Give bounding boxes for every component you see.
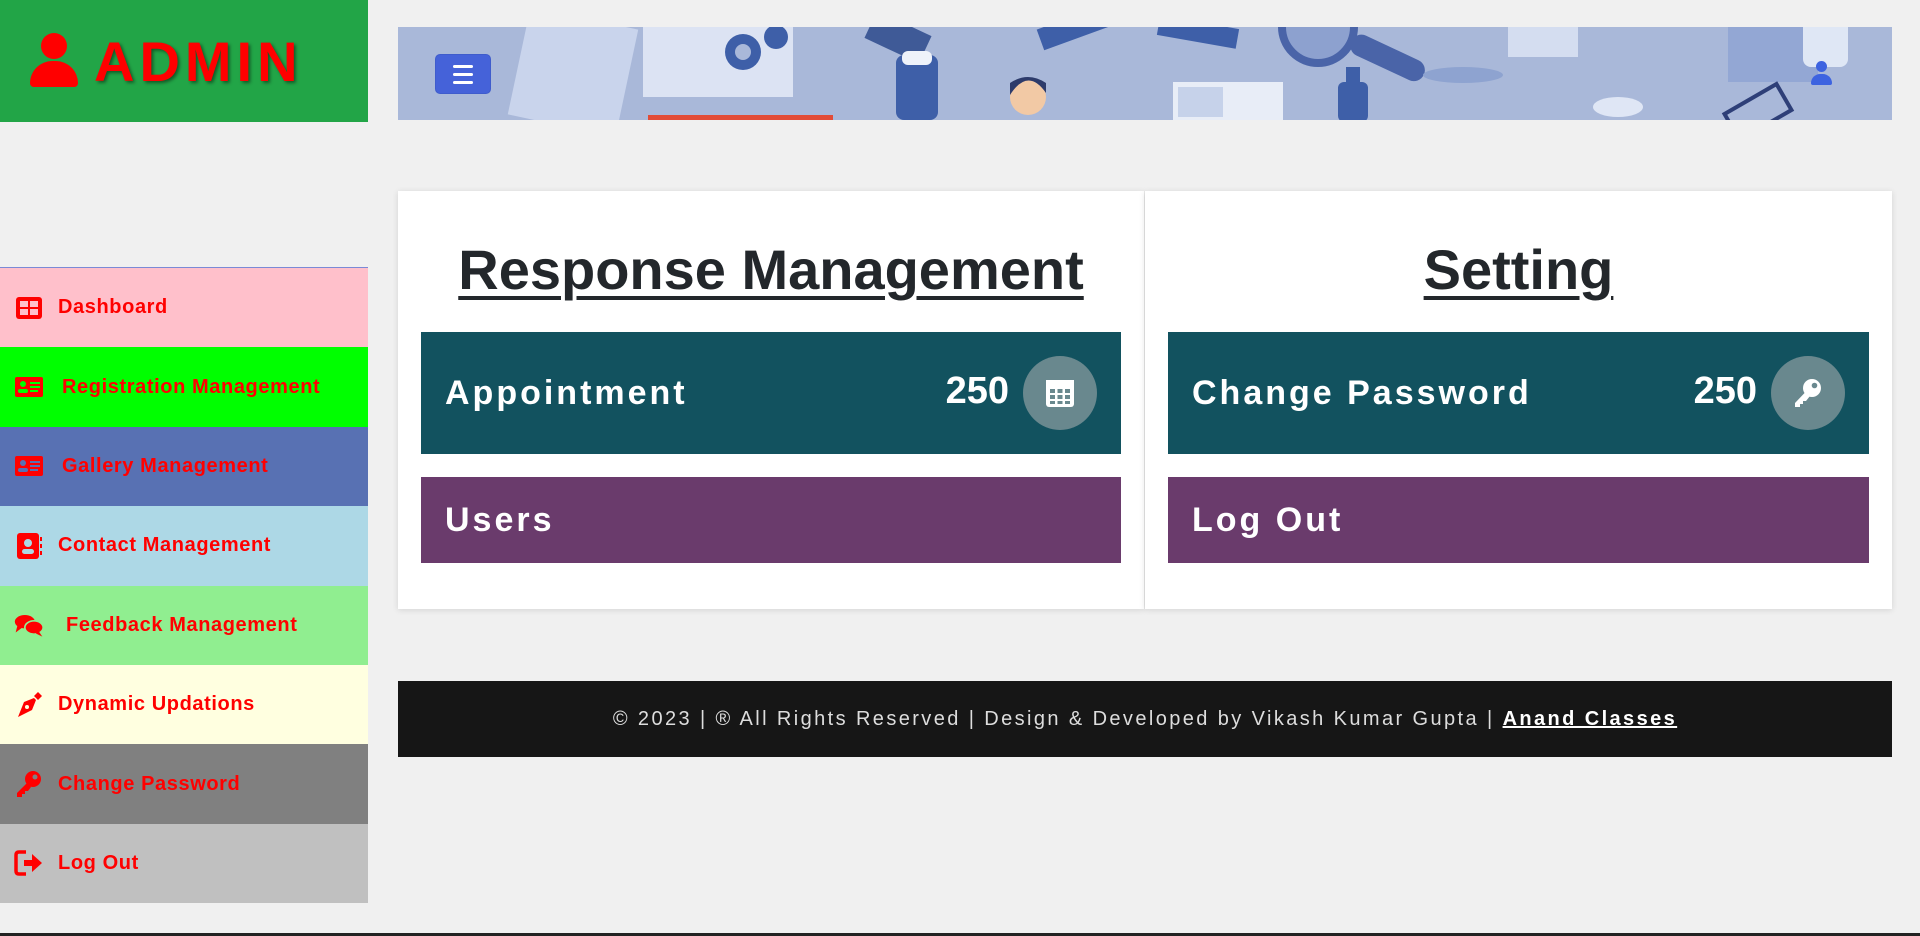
sidebar-item-dynamic-updations[interactable]: Dynamic Updations [0, 664, 368, 745]
sidebar-item-label: Gallery Management [62, 454, 269, 477]
calendar-icon [1023, 356, 1097, 430]
pen-nib-icon [14, 690, 58, 720]
sidebar-item-feedback[interactable]: Feedback Management [0, 585, 368, 665]
panel-title: Response Management [458, 238, 1084, 301]
card-label: Appointment [445, 373, 688, 412]
key-icon [14, 769, 58, 799]
sidebar-item-logout[interactable]: Log Out [0, 823, 368, 904]
sign-out-icon [14, 848, 58, 878]
logout-button[interactable]: Log Out [1168, 477, 1869, 563]
comments-icon [14, 610, 58, 640]
card-label: Change Password [1192, 373, 1532, 412]
brand-title: ADMIN [94, 29, 303, 93]
footer-copyright: © 2023 | ® All Rights Reserved | Design … [612, 707, 1495, 730]
top-banner [398, 27, 1892, 120]
sidebar-item-label: Contact Management [58, 534, 272, 557]
table-grid-icon [14, 293, 58, 323]
sidebar-item-change-password[interactable]: Change Password [0, 744, 368, 824]
sidebar-item-gallery[interactable]: Gallery Management [0, 426, 368, 507]
sidebar-item-contact[interactable]: Contact Management [0, 506, 368, 586]
sidebar-toggle-button[interactable] [435, 54, 491, 94]
user-icon [28, 33, 80, 89]
banner-illustration [398, 27, 1892, 120]
footer-link[interactable]: Anand Classes [1503, 708, 1678, 731]
footer: © 2023 | ® All Rights Reserved | Design … [398, 681, 1892, 757]
hamburger-icon [453, 64, 473, 68]
id-card-icon [14, 372, 58, 402]
panel-title: Setting [1423, 238, 1614, 301]
address-book-icon [14, 531, 58, 561]
sidebar-item-label: Change Password [58, 772, 241, 795]
change-password-card[interactable]: Change Password 250 [1168, 332, 1869, 454]
users-button[interactable]: Users [421, 477, 1121, 563]
id-card-icon [14, 451, 58, 481]
sidebar-menu: Dashboard Registration Management Galler… [0, 267, 368, 904]
sidebar-item-label: Registration Management [62, 375, 321, 398]
card-count: 250 [945, 369, 1009, 412]
sidebar-item-label: Log Out [58, 851, 139, 874]
user-menu-icon[interactable] [1810, 61, 1832, 87]
response-management-panel: Response Management Appointment 250 User… [398, 191, 1144, 609]
sidebar-item-label: Feedback Management [66, 613, 298, 636]
appointment-card[interactable]: Appointment 250 [421, 332, 1121, 454]
card-count: 250 [1693, 369, 1757, 412]
setting-panel: Setting Change Password 250 Log Out [1145, 191, 1892, 609]
sidebar-item-registration[interactable]: Registration Management [0, 347, 368, 427]
brand-header: ADMIN [0, 0, 368, 122]
sidebar-item-dashboard[interactable]: Dashboard [0, 268, 368, 348]
sidebar-item-label: Dynamic Updations [58, 693, 255, 716]
sidebar-item-label: Dashboard [58, 296, 168, 319]
key-icon [1771, 356, 1845, 430]
